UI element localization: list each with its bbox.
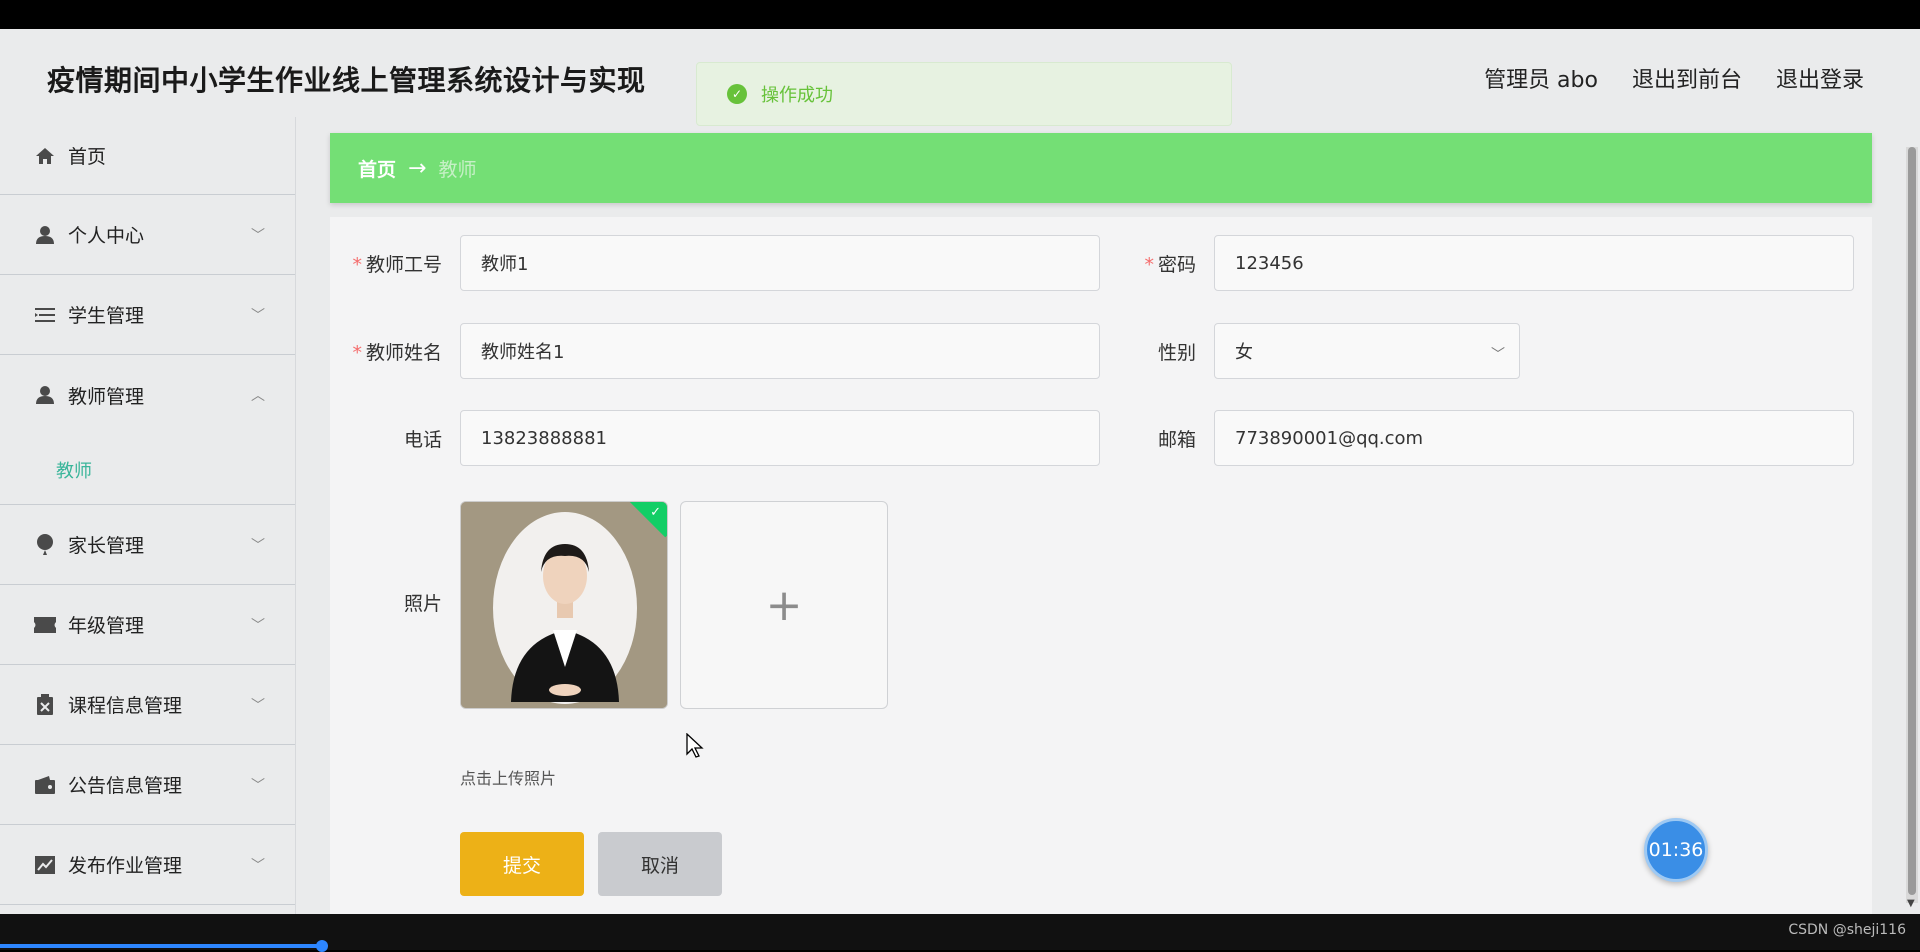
sidebar-item-label: 公告信息管理 (68, 775, 183, 797)
sidebar: 首页 个人中心 ﹀ 学生管理 ﹀ 教师管理 ︿ 教师 家长管理 ﹀ 年级管理 ﹀… (0, 117, 296, 914)
chevron-down-icon: ﹀ (251, 778, 265, 794)
photo-label: 照片 (403, 593, 442, 615)
gender-label: 性别 (1157, 341, 1196, 364)
sidebar-item-label: 课程信息管理 (68, 695, 183, 717)
video-progress-handle[interactable] (316, 940, 328, 952)
chevron-down-icon: ﹀ (251, 698, 265, 714)
main-content: 首页 → 教师 * 教师工号 教师1 * 密码 123456 * 教师姓名 教师姓名1… (330, 133, 1872, 914)
check-icon: ✓ (650, 505, 661, 520)
chevron-down-icon: ﹀ (251, 308, 265, 324)
success-toast: ✓ 操作成功 (696, 62, 1232, 126)
chart-icon (34, 854, 56, 876)
phone-label: 电话 (403, 428, 442, 451)
sidebar-item-notices[interactable]: 公告信息管理 ﹀ (0, 745, 295, 825)
portrait-image (461, 502, 667, 708)
teacher-form: * 教师工号 教师1 * 密码 123456 * 教师姓名 教师姓名1 性别 女 ﹀ … (330, 217, 1872, 914)
chevron-up-icon: ︿ (251, 388, 265, 404)
header: 疫情期间中小学生作业线上管理系统设计与实现 ✓ 操作成功 管理员 abo 退出到… (0, 29, 1920, 126)
cancel-button[interactable]: 取消 (598, 832, 722, 896)
sidebar-item-home[interactable]: 首页 (0, 117, 295, 195)
sidebar-item-label: 发布作业管理 (68, 855, 183, 877)
sidebar-item-grades[interactable]: 年级管理 ﹀ (0, 585, 295, 665)
current-user: 管理员 abo (1484, 68, 1598, 93)
wallet-icon (34, 774, 56, 796)
gender-select[interactable]: 女 ﹀ (1214, 323, 1520, 379)
exit-to-front-link[interactable]: 退出到前台 (1632, 62, 1742, 94)
sidebar-item-courses[interactable]: 课程信息管理 ﹀ (0, 665, 295, 745)
sidebar-item-label: 年级管理 (68, 615, 145, 637)
upload-hint: 点击上传照片 (460, 769, 557, 788)
breadcrumb: 首页 → 教师 (330, 133, 1872, 203)
vertical-scrollbar[interactable] (1906, 147, 1918, 903)
teacher-photo[interactable]: ✓ (460, 501, 668, 709)
upload-photo-button[interactable]: + (680, 501, 888, 709)
teacher-no-row: * 教师工号 教师1 (350, 235, 1100, 291)
breadcrumb-home[interactable]: 首页 (358, 155, 396, 182)
logout-link[interactable]: 退出登录 (1776, 62, 1864, 94)
clipboard-icon (34, 693, 56, 716)
sidebar-item-label: 首页 (68, 146, 107, 168)
password-row: * 密码 123456 (1104, 235, 1854, 291)
sidebar-item-label: 教师管理 (68, 385, 145, 408)
header-actions: 管理员 abo 退出到前台 退出登录 (1484, 62, 1864, 94)
toast-text: 操作成功 (761, 85, 833, 106)
scroll-down-arrow-icon[interactable]: ▼ (1907, 898, 1915, 909)
sidebar-item-label: 学生管理 (68, 305, 145, 327)
gender-row: 性别 女 ﹀ (1104, 323, 1520, 379)
screen-top-bar (0, 0, 1920, 29)
balloon-icon (34, 533, 56, 556)
chevron-down-icon: ﹀ (251, 618, 265, 634)
gender-value: 女 (1235, 342, 1253, 363)
site-title: 疫情期间中小学生作业线上管理系统设计与实现 (47, 64, 646, 97)
breadcrumb-arrow: → (408, 155, 427, 181)
password-label: * 密码 (1144, 253, 1196, 276)
sidebar-item-label: 家长管理 (68, 535, 145, 557)
user-icon (34, 384, 56, 406)
app-window: 疫情期间中小学生作业线上管理系统设计与实现 ✓ 操作成功 管理员 abo 退出到… (0, 29, 1920, 914)
sidebar-item-profile[interactable]: 个人中心 ﹀ (0, 195, 295, 275)
home-icon (34, 145, 56, 167)
video-progress-bar[interactable] (0, 944, 322, 948)
teacher-name-row: * 教师姓名 教师姓名1 (350, 323, 1100, 379)
chevron-down-icon: ﹀ (1491, 347, 1505, 363)
teacher-no-label: * 教师工号 (352, 253, 442, 276)
email-label: 邮箱 (1157, 428, 1196, 451)
mouse-cursor-icon (686, 732, 704, 763)
phone-input[interactable]: 13823888881 (460, 410, 1100, 466)
sidebar-item-students[interactable]: 学生管理 ﹀ (0, 275, 295, 355)
sidebar-item-parents[interactable]: 家长管理 ﹀ (0, 505, 295, 585)
chevron-down-icon: ﹀ (251, 538, 265, 554)
teacher-name-input[interactable]: 教师姓名1 (460, 323, 1100, 379)
plus-icon: + (765, 579, 803, 631)
recording-timer: 01:36 (1644, 818, 1708, 882)
email-input[interactable]: 773890001@qq.com (1214, 410, 1854, 466)
phone-row: 电话 13823888881 (350, 410, 1100, 466)
sidebar-subitem-teacher[interactable]: 教师 (0, 435, 295, 505)
password-input[interactable]: 123456 (1214, 235, 1854, 291)
breadcrumb-current: 教师 (438, 158, 477, 181)
ticket-icon (34, 614, 56, 636)
scrollbar-thumb[interactable] (1908, 147, 1916, 895)
sidebar-item-label: 个人中心 (68, 225, 145, 247)
submit-button[interactable]: 提交 (460, 832, 584, 896)
check-circle-icon: ✓ (727, 84, 747, 104)
watermark: CSDN @sheji116 (1788, 922, 1906, 938)
sidebar-item-homework[interactable]: 发布作业管理 ﹀ (0, 825, 295, 905)
sidebar-item-teachers[interactable]: 教师管理 ︿ (0, 355, 295, 435)
user-icon (34, 224, 56, 246)
teacher-no-input[interactable]: 教师1 (460, 235, 1100, 291)
email-row: 邮箱 773890001@qq.com (1104, 410, 1854, 466)
chevron-down-icon: ﹀ (251, 228, 265, 244)
teacher-name-label: * 教师姓名 (352, 341, 442, 364)
list-icon (34, 304, 56, 326)
chevron-down-icon: ﹀ (251, 858, 265, 874)
